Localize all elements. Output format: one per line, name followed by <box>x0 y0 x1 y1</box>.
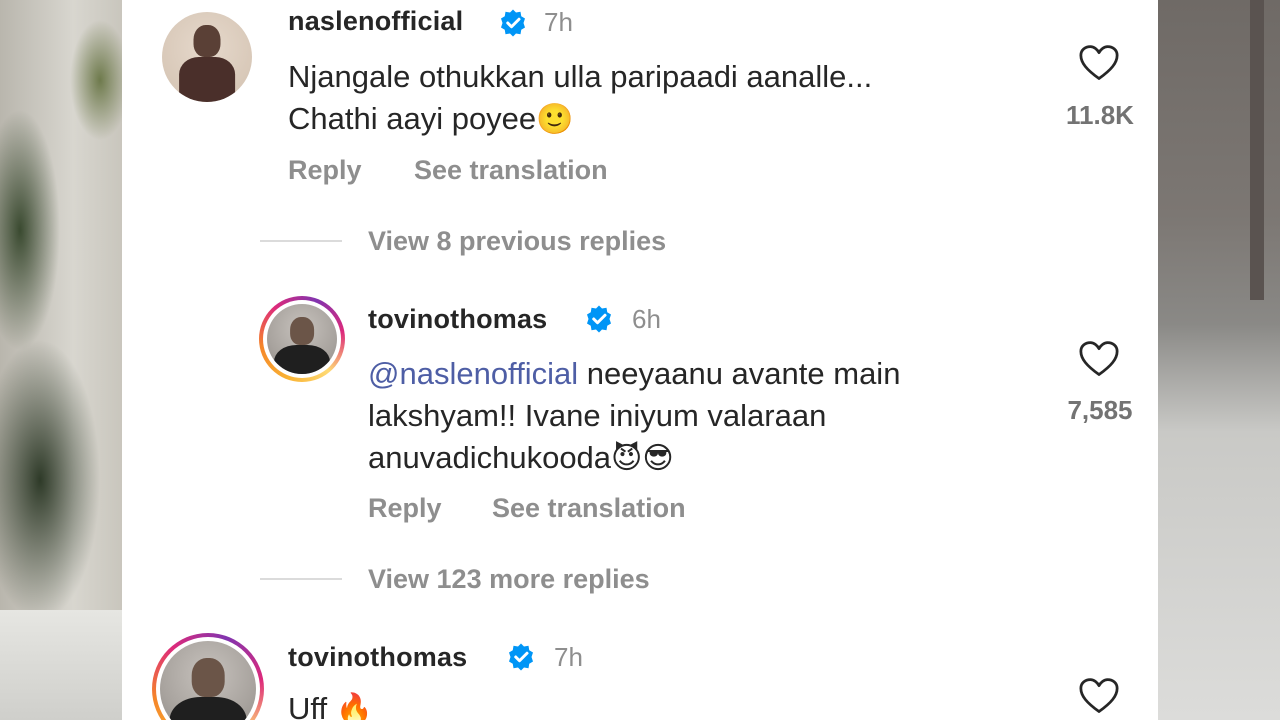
comment-username[interactable]: naslenofficial <box>288 6 463 37</box>
view-more-replies-button[interactable]: View 123 more replies <box>368 564 650 595</box>
reply-text-line-3: anuvadichukooda😈😎 <box>368 437 674 480</box>
reply-text: anuvadichukooda <box>368 440 612 475</box>
fire-emoji: 🔥 <box>335 692 374 720</box>
avatar-body <box>179 57 235 102</box>
avatar-naslenofficial[interactable] <box>162 12 252 102</box>
reply-button[interactable]: Reply <box>368 493 442 524</box>
reply-text-line-2: lakshyam!! Ivane iniyum valaraan <box>368 398 827 433</box>
reply-text-line-1: @naslenofficial neeyaanu avante main <box>368 353 900 395</box>
avatar-head <box>290 316 314 345</box>
avatar-tovinothomas[interactable] <box>152 633 264 720</box>
sunglasses-emoji: 😎 <box>642 441 674 476</box>
verified-badge-icon <box>509 643 533 671</box>
reply-username[interactable]: tovinothomas <box>368 304 547 335</box>
comment-time: 7h <box>544 7 573 37</box>
avatar-body <box>274 344 330 374</box>
background-right <box>1158 0 1280 720</box>
comment-text-line-1: Uff 🔥 <box>288 688 373 720</box>
view-replies-divider <box>260 240 342 242</box>
comment-username[interactable]: tovinothomas <box>288 642 467 673</box>
avatar-inner <box>263 300 341 378</box>
mention-link[interactable]: @naslenofficial <box>368 356 578 391</box>
background-left <box>0 0 122 720</box>
see-translation-button[interactable]: See translation <box>492 493 686 524</box>
avatar-inner <box>156 637 260 720</box>
view-previous-replies-button[interactable]: View 8 previous replies <box>368 226 666 257</box>
verified-badge-icon <box>587 305 611 333</box>
background-stripe <box>1250 0 1264 300</box>
heart-icon[interactable] <box>1078 44 1120 82</box>
comment-text-line-2: Chathi aayi poyee🙂 <box>288 98 574 141</box>
like-count: 7,585 <box>1067 395 1133 425</box>
smile-emoji: 🙂 <box>536 102 574 137</box>
verified-badge-icon <box>501 9 525 37</box>
like-count: 11.8K <box>1066 100 1134 130</box>
comment-time: 7h <box>554 642 583 672</box>
comments-panel: naslenofficial 7h Njangale othukkan ulla… <box>122 0 1158 720</box>
comment-text: Uff <box>288 691 328 720</box>
comment-text: Chathi aayi poyee <box>288 101 537 136</box>
avatar-head <box>193 24 221 57</box>
devil-emoji: 😈 <box>611 441 643 476</box>
view-replies-divider <box>260 578 342 580</box>
background-rail <box>0 610 122 720</box>
comment-text-line-1: Njangale othukkan ulla paripaadi aanalle… <box>288 59 873 94</box>
avatar-photo <box>267 304 337 374</box>
reply-text: neeyaanu avante main <box>578 356 901 391</box>
see-translation-button[interactable]: See translation <box>414 155 608 186</box>
reply-button[interactable]: Reply <box>288 155 362 186</box>
avatar-photo <box>160 641 256 720</box>
avatar-body <box>169 696 247 720</box>
heart-icon[interactable] <box>1078 677 1120 715</box>
avatar-tovinothomas[interactable] <box>259 296 345 382</box>
avatar-head <box>191 658 225 697</box>
reply-time: 6h <box>632 304 661 334</box>
heart-icon[interactable] <box>1078 340 1120 378</box>
